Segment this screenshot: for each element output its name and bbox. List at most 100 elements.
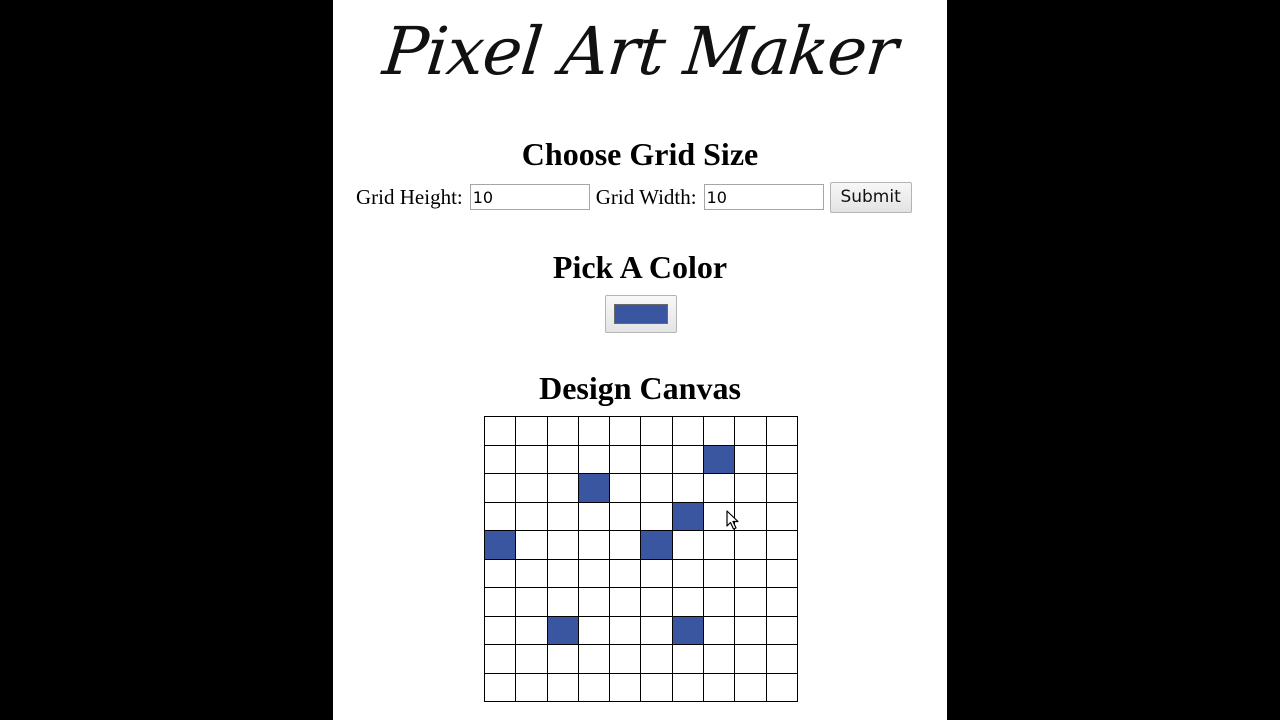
canvas-cell[interactable]: [703, 416, 736, 446]
canvas-cell[interactable]: [515, 416, 548, 446]
canvas-cell[interactable]: [515, 644, 548, 674]
canvas-cell[interactable]: [483, 615, 517, 645]
canvas-cell[interactable]: [609, 444, 642, 474]
canvas-cell[interactable]: [515, 530, 548, 560]
canvas-cell[interactable]: [671, 530, 705, 560]
canvas-cell[interactable]: [703, 587, 736, 617]
canvas-cell[interactable]: [577, 530, 611, 560]
canvas-cell[interactable]: [577, 644, 611, 674]
canvas-cell[interactable]: [671, 501, 705, 531]
canvas-cell[interactable]: [671, 416, 705, 446]
canvas-cell[interactable]: [546, 644, 579, 674]
canvas-cell[interactable]: [640, 501, 673, 531]
canvas-cell[interactable]: [577, 444, 611, 474]
canvas-cell[interactable]: [577, 615, 611, 645]
canvas-cell[interactable]: [515, 587, 548, 617]
canvas-cell[interactable]: [483, 587, 517, 617]
canvas-cell[interactable]: [765, 444, 799, 474]
color-picker-button[interactable]: [605, 295, 677, 333]
canvas-cell[interactable]: [483, 473, 517, 503]
canvas-cell[interactable]: [703, 530, 736, 560]
canvas-cell[interactable]: [765, 644, 799, 674]
canvas-cell[interactable]: [609, 558, 642, 588]
canvas-cell[interactable]: [546, 530, 579, 560]
canvas-cell[interactable]: [765, 416, 799, 446]
canvas-cell[interactable]: [546, 501, 579, 531]
canvas-cell[interactable]: [765, 615, 799, 645]
canvas-cell[interactable]: [671, 444, 705, 474]
canvas-cell[interactable]: [703, 444, 736, 474]
canvas-cell[interactable]: [577, 672, 611, 702]
canvas-cell[interactable]: [483, 530, 517, 560]
canvas-cell[interactable]: [577, 416, 611, 446]
canvas-cell[interactable]: [546, 444, 579, 474]
canvas-cell[interactable]: [703, 558, 736, 588]
canvas-cell[interactable]: [546, 558, 579, 588]
canvas-cell[interactable]: [640, 444, 673, 474]
canvas-cell[interactable]: [734, 615, 767, 645]
canvas-cell[interactable]: [640, 615, 673, 645]
canvas-cell[interactable]: [765, 473, 799, 503]
canvas-cell[interactable]: [640, 672, 673, 702]
canvas-cell[interactable]: [577, 501, 611, 531]
canvas-cell[interactable]: [734, 530, 767, 560]
canvas-cell[interactable]: [609, 416, 642, 446]
canvas-cell[interactable]: [640, 644, 673, 674]
canvas-cell[interactable]: [640, 558, 673, 588]
canvas-cell[interactable]: [734, 672, 767, 702]
canvas-cell[interactable]: [609, 473, 642, 503]
canvas-cell[interactable]: [703, 672, 736, 702]
canvas-cell[interactable]: [515, 501, 548, 531]
canvas-cell[interactable]: [577, 587, 611, 617]
canvas-cell[interactable]: [546, 416, 579, 446]
canvas-cell[interactable]: [640, 530, 673, 560]
canvas-cell[interactable]: [546, 473, 579, 503]
canvas-cell[interactable]: [703, 473, 736, 503]
canvas-cell[interactable]: [609, 672, 642, 702]
canvas-cell[interactable]: [483, 444, 517, 474]
canvas-cell[interactable]: [703, 644, 736, 674]
canvas-cell[interactable]: [671, 473, 705, 503]
canvas-cell[interactable]: [515, 558, 548, 588]
canvas-cell[interactable]: [483, 558, 517, 588]
canvas-cell[interactable]: [483, 644, 517, 674]
canvas-cell[interactable]: [515, 672, 548, 702]
canvas-cell[interactable]: [609, 530, 642, 560]
canvas-cell[interactable]: [765, 558, 799, 588]
canvas-cell[interactable]: [546, 672, 579, 702]
canvas-cell[interactable]: [546, 615, 579, 645]
canvas-cell[interactable]: [765, 501, 799, 531]
submit-button[interactable]: Submit: [829, 181, 912, 213]
canvas-cell[interactable]: [640, 587, 673, 617]
canvas-cell[interactable]: [734, 644, 767, 674]
canvas-cell[interactable]: [609, 501, 642, 531]
canvas-cell[interactable]: [671, 644, 705, 674]
canvas-cell[interactable]: [734, 444, 767, 474]
canvas-cell[interactable]: [515, 615, 548, 645]
canvas-cell[interactable]: [734, 416, 767, 446]
canvas-cell[interactable]: [609, 587, 642, 617]
grid-height-input[interactable]: [469, 184, 590, 210]
canvas-cell[interactable]: [483, 672, 517, 702]
canvas-cell[interactable]: [765, 672, 799, 702]
grid-width-input[interactable]: [703, 184, 824, 210]
canvas-cell[interactable]: [515, 444, 548, 474]
canvas-cell[interactable]: [734, 473, 767, 503]
canvas-cell[interactable]: [609, 644, 642, 674]
canvas-cell[interactable]: [515, 473, 548, 503]
canvas-cell[interactable]: [546, 587, 579, 617]
canvas-cell[interactable]: [483, 416, 517, 446]
canvas-cell[interactable]: [577, 473, 611, 503]
canvas-cell[interactable]: [765, 587, 799, 617]
canvas-cell[interactable]: [640, 473, 673, 503]
canvas-cell[interactable]: [577, 558, 611, 588]
canvas-cell[interactable]: [671, 672, 705, 702]
canvas-cell[interactable]: [671, 558, 705, 588]
canvas-cell[interactable]: [734, 587, 767, 617]
canvas-cell[interactable]: [609, 615, 642, 645]
canvas-cell[interactable]: [765, 530, 799, 560]
canvas-cell[interactable]: [734, 558, 767, 588]
canvas-cell[interactable]: [671, 587, 705, 617]
canvas-cell[interactable]: [483, 501, 517, 531]
canvas-cell[interactable]: [640, 416, 673, 446]
